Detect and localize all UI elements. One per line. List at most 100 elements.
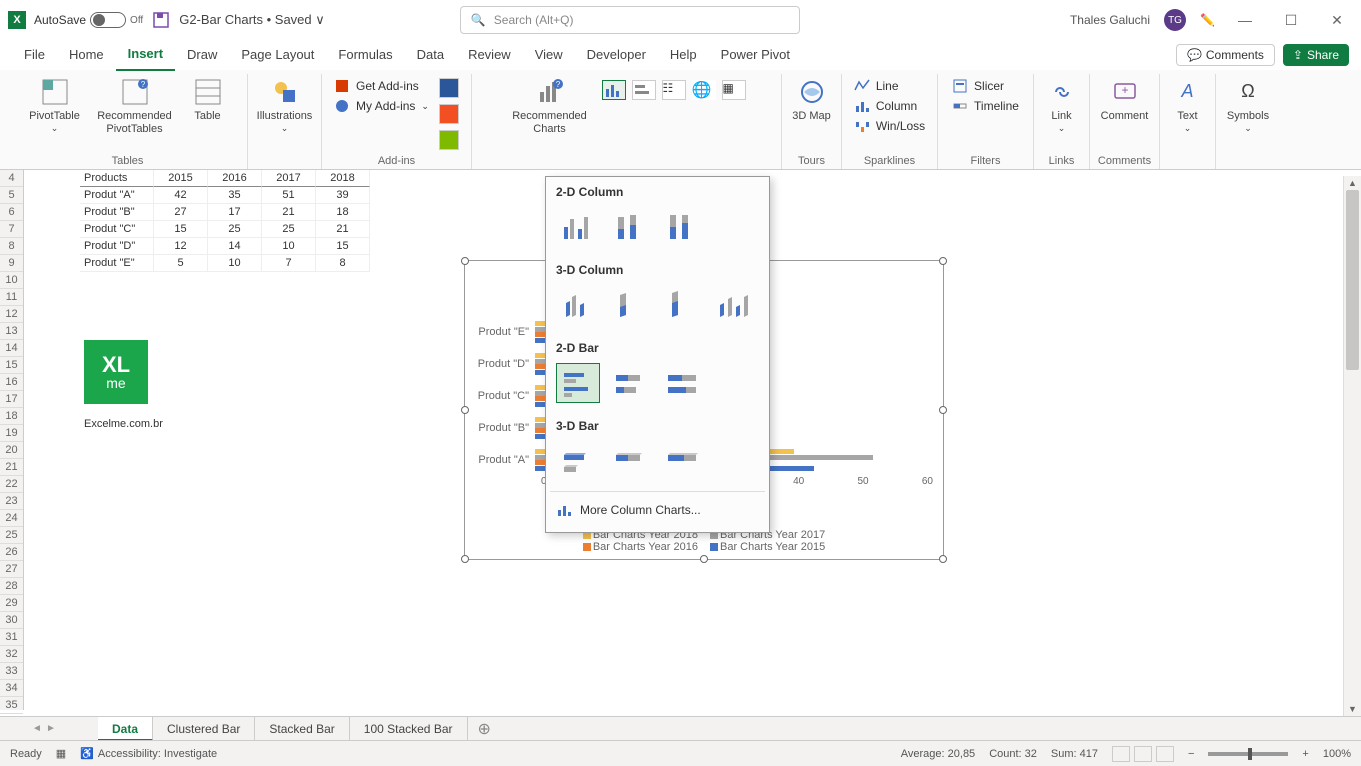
table-cell[interactable]: 25 xyxy=(262,221,316,238)
row-header[interactable]: 32 xyxy=(0,646,23,663)
3d-100-stacked-column-option[interactable] xyxy=(660,285,704,325)
view-pagelayout-button[interactable] xyxy=(1134,746,1152,762)
table-cell[interactable]: 8 xyxy=(316,255,370,272)
stacked-column-option[interactable] xyxy=(608,207,652,247)
pivotchart-icon[interactable]: ▦ xyxy=(722,80,746,100)
zoom-in-button[interactable]: + xyxy=(1302,748,1308,760)
macro-icon[interactable]: ▦ xyxy=(56,747,66,760)
sheet-tab-stacked[interactable]: Stacked Bar xyxy=(255,717,349,741)
table-cell[interactable]: 39 xyxy=(316,187,370,204)
table-cell[interactable]: 42 xyxy=(154,187,208,204)
sheet-tab-data[interactable]: Data xyxy=(98,717,153,741)
table-cell[interactable]: 18 xyxy=(316,204,370,221)
3d-100-stacked-bar-option[interactable] xyxy=(660,441,704,481)
clustered-column-option[interactable] xyxy=(556,207,600,247)
sparkline-line-button[interactable]: Line xyxy=(854,78,925,94)
sheet-tab-100stacked[interactable]: 100 Stacked Bar xyxy=(350,717,468,741)
text-button[interactable]: AText⌄ xyxy=(1168,74,1208,134)
tab-powerpivot[interactable]: Power Pivot xyxy=(709,40,802,70)
tab-review[interactable]: Review xyxy=(456,40,523,70)
resize-handle-nw[interactable] xyxy=(461,257,469,265)
row-header[interactable]: 15 xyxy=(0,357,23,374)
row-header[interactable]: 21 xyxy=(0,459,23,476)
document-title[interactable]: G2-Bar Charts • Saved ∨ xyxy=(179,12,325,28)
3d-clustered-column-option[interactable] xyxy=(556,285,600,325)
row-header[interactable]: 30 xyxy=(0,612,23,629)
3d-column-option[interactable] xyxy=(712,285,756,325)
zoom-slider[interactable] xyxy=(1208,752,1288,756)
3d-stacked-bar-option[interactable] xyxy=(608,441,652,481)
stacked-bar-option[interactable] xyxy=(608,363,652,403)
bing-icon[interactable] xyxy=(439,104,459,124)
clustered-bar-option[interactable] xyxy=(556,363,600,403)
visio-icon[interactable] xyxy=(439,78,459,98)
table-cell[interactable]: 15 xyxy=(316,238,370,255)
sparkline-winloss-button[interactable]: Win/Loss xyxy=(854,118,925,134)
3d-stacked-column-option[interactable] xyxy=(608,285,652,325)
table-cell[interactable]: 7 xyxy=(262,255,316,272)
row-header[interactable]: 14 xyxy=(0,340,23,357)
slicer-button[interactable]: Slicer xyxy=(952,78,1019,94)
table-cell[interactable]: 5 xyxy=(154,255,208,272)
table-header[interactable]: 2017 xyxy=(262,170,316,187)
close-button[interactable]: ✕ xyxy=(1321,12,1353,29)
vertical-scrollbar[interactable]: ▲ ▼ xyxy=(1343,176,1361,716)
my-addins-button[interactable]: My Add-ins ⌄ xyxy=(334,98,429,114)
symbols-button[interactable]: ΩSymbols⌄ xyxy=(1223,74,1273,134)
zoom-out-button[interactable]: − xyxy=(1188,748,1194,760)
table-cell[interactable]: 14 xyxy=(208,238,262,255)
row-header[interactable]: 13 xyxy=(0,323,23,340)
row-header[interactable]: 31 xyxy=(0,629,23,646)
table-cell[interactable]: 10 xyxy=(262,238,316,255)
view-normal-button[interactable] xyxy=(1112,746,1130,762)
row-header[interactable]: 24 xyxy=(0,510,23,527)
tab-data[interactable]: Data xyxy=(405,40,456,70)
pivottable-button[interactable]: PivotTable⌄ xyxy=(25,74,85,134)
table-cell[interactable]: 35 xyxy=(208,187,262,204)
row-header[interactable]: 22 xyxy=(0,476,23,493)
tab-developer[interactable]: Developer xyxy=(575,40,658,70)
search-input[interactable]: 🔍 Search (Alt+Q) xyxy=(460,6,800,34)
resize-handle-s[interactable] xyxy=(700,555,708,563)
row-header[interactable]: 10 xyxy=(0,272,23,289)
more-column-charts-button[interactable]: More Column Charts... xyxy=(546,494,769,526)
3d-clustered-bar-option[interactable] xyxy=(556,441,600,481)
timeline-button[interactable]: Timeline xyxy=(952,98,1019,114)
row-header[interactable]: 34 xyxy=(0,680,23,697)
bar-chart-button[interactable] xyxy=(632,80,656,100)
save-icon[interactable] xyxy=(153,12,169,28)
100-stacked-bar-option[interactable] xyxy=(660,363,704,403)
minimize-button[interactable]: — xyxy=(1229,12,1261,28)
row-header[interactable]: 26 xyxy=(0,544,23,561)
table-cell[interactable]: Produt "E" xyxy=(80,255,154,272)
hierarchy-chart-button[interactable]: ☷ xyxy=(662,80,686,100)
view-pagebreak-button[interactable] xyxy=(1156,746,1174,762)
table-header[interactable]: 2018 xyxy=(316,170,370,187)
resize-handle-w[interactable] xyxy=(461,406,469,414)
people-icon[interactable] xyxy=(439,130,459,150)
tab-help[interactable]: Help xyxy=(658,40,709,70)
tab-view[interactable]: View xyxy=(523,40,575,70)
insert-column-chart-dropdown[interactable]: 2-D Column 3-D Column 2-D Bar 3-D Bar Mo… xyxy=(545,176,770,533)
new-sheet-button[interactable]: ⊕ xyxy=(468,719,501,739)
sparkline-column-button[interactable]: Column xyxy=(854,98,925,114)
get-addins-button[interactable]: Get Add-ins xyxy=(334,78,429,94)
row-header[interactable]: 35 xyxy=(0,697,23,714)
tab-formulas[interactable]: Formulas xyxy=(326,40,404,70)
table-cell[interactable]: 51 xyxy=(262,187,316,204)
table-header[interactable]: 2015 xyxy=(154,170,208,187)
scroll-up-arrow[interactable]: ▲ xyxy=(1344,176,1361,190)
globe-icon[interactable]: 🌐 xyxy=(692,80,716,100)
maximize-button[interactable]: ☐ xyxy=(1275,12,1307,29)
tab-pagelayout[interactable]: Page Layout xyxy=(229,40,326,70)
row-header[interactable]: 20 xyxy=(0,442,23,459)
table-cell[interactable]: 25 xyxy=(208,221,262,238)
table-cell[interactable]: 17 xyxy=(208,204,262,221)
sheet-tab-next[interactable]: ► xyxy=(44,723,58,734)
autosave-toggle-group[interactable]: AutoSave Off xyxy=(34,12,143,28)
comments-button[interactable]: 💬 Comments xyxy=(1176,44,1275,66)
table-cell[interactable]: 12 xyxy=(154,238,208,255)
resize-handle-e[interactable] xyxy=(939,406,947,414)
table-cell[interactable]: Produt "A" xyxy=(80,187,154,204)
table-cell[interactable]: 21 xyxy=(262,204,316,221)
